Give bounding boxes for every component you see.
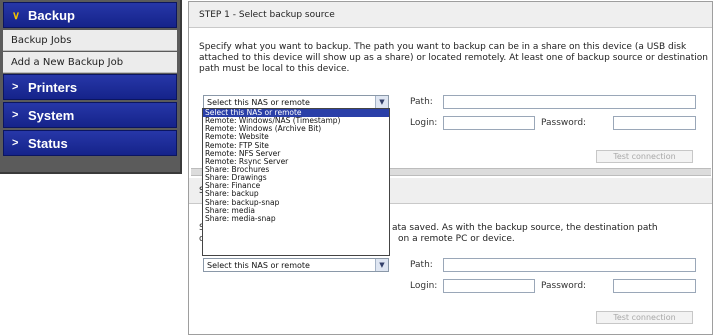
step1-password-label: Password: — [541, 118, 587, 128]
dropdown-option[interactable]: Share: Brochures — [203, 166, 389, 174]
nav-section-label: Status — [28, 135, 68, 151]
dropdown-option[interactable]: Select this NAS or remote — [203, 109, 389, 118]
nav-section-label: Printers — [28, 79, 78, 95]
dropdown-option[interactable]: Share: Finance — [203, 182, 389, 190]
step2-description-line2: on a remote PC or device. — [398, 234, 515, 244]
step2-path-label: Path: — [410, 260, 433, 270]
nav-section-label: Backup — [28, 7, 75, 23]
step2-description-line1: ata saved. As with the backup source, th… — [392, 223, 658, 233]
dropdown-option[interactable]: Remote: Rsync Server — [203, 158, 389, 166]
step1-source-select[interactable]: Select this NAS or remote ▼ — [203, 95, 389, 109]
step1-path-label: Path: — [410, 97, 433, 107]
step1-test-connection-button[interactable]: Test connection — [596, 150, 693, 163]
step1-password-input[interactable] — [613, 116, 696, 130]
nav-section-system[interactable]: > System — [3, 102, 177, 128]
dropdown-option[interactable]: Remote: FTP Site — [203, 142, 389, 150]
nav-item-label: Backup Jobs — [11, 34, 72, 46]
step2-test-connection-button[interactable]: Test connection — [596, 311, 693, 324]
nav-item-add-backup-job[interactable]: Add a New Backup Job — [3, 52, 177, 73]
dropdown-arrow-icon: ▼ — [375, 96, 388, 108]
nav-section-printers[interactable]: > Printers — [3, 74, 177, 100]
nav-item-backup-jobs[interactable]: Backup Jobs — [3, 30, 177, 51]
nav-section-label: System — [28, 107, 75, 123]
dropdown-option[interactable]: Share: backup — [203, 190, 389, 198]
nav-section-status[interactable]: > Status — [3, 130, 177, 156]
step2-login-input[interactable] — [443, 279, 535, 293]
step2-password-input[interactable] — [613, 279, 696, 293]
dropdown-option[interactable]: Remote: NFS Server — [203, 150, 389, 158]
select-value: Select this NAS or remote — [207, 260, 310, 270]
step2-destination-select[interactable]: Select this NAS or remote ▼ — [203, 258, 389, 272]
chevron-right-icon: > — [12, 81, 19, 93]
step1-title: STEP 1 - Select backup source — [199, 9, 335, 20]
sidebar-nav: ∨ Backup Backup Jobs Add a New Backup Jo… — [0, 0, 182, 174]
step1-login-input[interactable] — [443, 116, 535, 130]
chevron-down-icon: ∨ — [12, 9, 21, 22]
step1-header: STEP 1 - Select backup source — [189, 2, 712, 28]
step1-description: Specify what you want to backup. The pat… — [199, 42, 708, 74]
dropdown-option[interactable]: Share: media — [203, 207, 389, 215]
dropdown-option[interactable]: Share: backup-snap — [203, 199, 389, 207]
step2-path-input[interactable] — [443, 258, 696, 272]
step2-login-label: Login: — [410, 281, 438, 291]
nav-section-backup[interactable]: ∨ Backup — [3, 2, 177, 28]
dropdown-option[interactable]: Share: Drawings — [203, 174, 389, 182]
step1-path-input[interactable] — [443, 95, 696, 109]
dropdown-option[interactable]: Remote: Windows (Archive Bit) — [203, 125, 389, 133]
chevron-right-icon: > — [12, 109, 19, 121]
chevron-right-icon: > — [12, 137, 19, 149]
dropdown-option[interactable]: Share: media-snap — [203, 215, 389, 223]
nav-item-label: Add a New Backup Job — [11, 56, 124, 68]
dropdown-arrow-icon: ▼ — [375, 259, 388, 271]
step2-password-label: Password: — [541, 281, 587, 291]
dropdown-option[interactable]: Remote: Windows/NAS (Timestamp) — [203, 117, 389, 125]
dropdown-option[interactable]: Remote: Website — [203, 133, 389, 141]
step1-login-label: Login: — [410, 118, 438, 128]
select-value: Select this NAS or remote — [207, 97, 310, 107]
source-dropdown-list[interactable]: Select this NAS or remote Remote: Window… — [202, 108, 390, 256]
